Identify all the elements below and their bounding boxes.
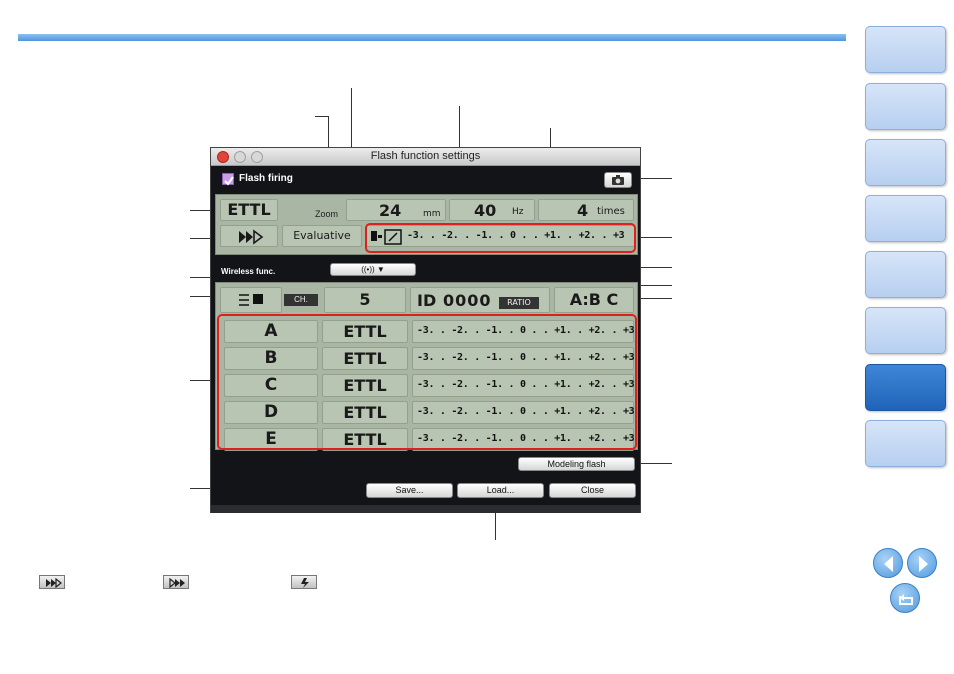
zoom-display[interactable]: 24 mm bbox=[346, 199, 446, 221]
exposure-highlight-box bbox=[365, 223, 636, 253]
hz-value: 40 bbox=[474, 201, 497, 220]
times-unit: times bbox=[597, 206, 625, 217]
wireless-label: Wireless func. bbox=[221, 267, 276, 276]
zoom-value: 24 bbox=[379, 201, 402, 220]
channel-label: CH. bbox=[284, 294, 318, 306]
modeling-flash-button[interactable]: Modeling flash bbox=[518, 457, 635, 471]
ratio-value[interactable]: A:B C bbox=[554, 287, 634, 313]
hz-unit: Hz bbox=[512, 207, 524, 217]
close-button[interactable]: Close bbox=[549, 483, 636, 498]
nav-tab-5[interactable] bbox=[865, 251, 946, 298]
sync-mode-button[interactable] bbox=[220, 225, 278, 247]
return-button[interactable] bbox=[890, 583, 920, 613]
prev-page-button[interactable] bbox=[873, 548, 903, 578]
nav-tab-7-active[interactable] bbox=[865, 364, 946, 411]
nav-tab-1[interactable] bbox=[865, 26, 946, 73]
nav-tab-6[interactable] bbox=[865, 307, 946, 354]
callout-line-modeling bbox=[636, 463, 672, 464]
wireless-icon bbox=[239, 294, 263, 306]
id-label: ID bbox=[417, 291, 437, 310]
camera-icon bbox=[612, 175, 624, 185]
id-display[interactable]: ID 0000 RATIO bbox=[410, 287, 550, 313]
hz-display[interactable]: 40 Hz bbox=[449, 199, 535, 221]
nav-tab-3[interactable] bbox=[865, 139, 946, 186]
wireless-dropdown[interactable]: ((•)) ▼ bbox=[330, 263, 416, 276]
times-value: 4 bbox=[577, 201, 589, 220]
ratio-label: RATIO bbox=[499, 297, 539, 309]
camera-settings-button[interactable] bbox=[604, 172, 632, 188]
save-button[interactable]: Save... bbox=[366, 483, 453, 498]
arrow-right-icon bbox=[919, 556, 928, 572]
wireless-slave-display[interactable] bbox=[220, 287, 282, 313]
arrow-left-icon bbox=[884, 556, 893, 572]
flash-settings-window: Flash function settings Flash firing ETT… bbox=[210, 147, 641, 513]
top-accent-bar bbox=[18, 34, 846, 41]
zoom-unit: mm bbox=[423, 209, 441, 219]
channel-value[interactable]: 5 bbox=[324, 287, 406, 313]
flash-firing-checkbox[interactable] bbox=[222, 173, 234, 186]
flash-firing-label: Flash firing bbox=[239, 173, 293, 184]
nav-tab-2[interactable] bbox=[865, 83, 946, 130]
high-speed-sync-legend-icon bbox=[39, 575, 65, 589]
next-page-button[interactable] bbox=[907, 548, 937, 578]
high-speed-sync-icon bbox=[239, 229, 264, 245]
zoom-label: Zoom bbox=[315, 209, 339, 219]
nav-tab-4[interactable] bbox=[865, 195, 946, 242]
window-title: Flash function settings bbox=[370, 150, 481, 162]
nav-tab-8[interactable] bbox=[865, 420, 946, 467]
times-display[interactable]: 4 times bbox=[538, 199, 634, 221]
metering-display[interactable]: Evaluative bbox=[282, 225, 362, 247]
window-footer bbox=[211, 505, 640, 513]
window-titlebar: Flash function settings bbox=[211, 148, 640, 166]
first-curtain-sync-legend-icon bbox=[291, 575, 317, 589]
flash-mode-display[interactable]: ETTL bbox=[220, 199, 278, 221]
second-curtain-sync-legend-icon bbox=[163, 575, 189, 589]
return-icon bbox=[899, 594, 913, 605]
callout-line-metering-h bbox=[315, 116, 329, 117]
id-value: 0000 bbox=[443, 291, 492, 310]
groups-highlight-box bbox=[217, 314, 637, 450]
load-button[interactable]: Load... bbox=[457, 483, 544, 498]
